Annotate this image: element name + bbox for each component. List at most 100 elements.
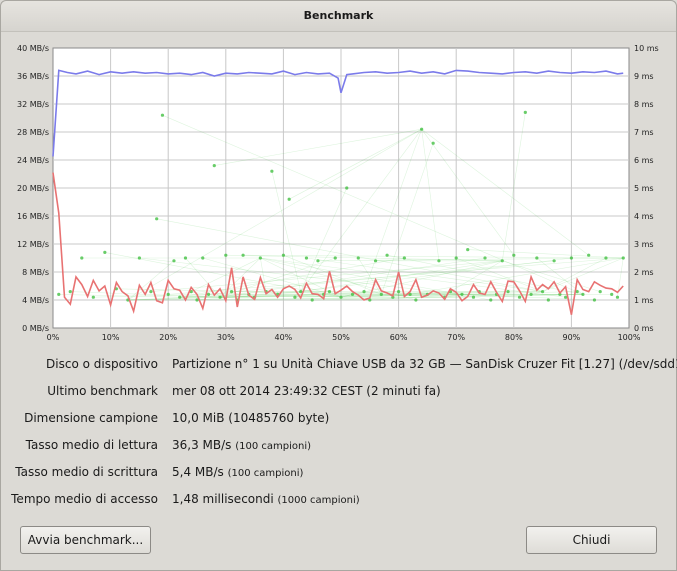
- info-row-access-time: Tempo medio di accesso 1,48 millisecondi…: [1, 492, 677, 512]
- benchmark-chart-svg: 0% 10% 20% 30% 40% 50% 60% 70% 80% 90% 100% 0 MB/s 4…: [17, 44, 659, 342]
- access-time-point: [466, 248, 470, 252]
- access-time-point: [598, 290, 602, 294]
- y-right-tick-label: 9 ms: [634, 72, 654, 81]
- access-time-point: [587, 253, 591, 257]
- info-label: Tempo medio di accesso: [11, 492, 158, 506]
- access-time-point: [68, 290, 72, 294]
- access-time-point: [310, 298, 314, 302]
- y-left-tick-label: 36 MB/s: [17, 72, 49, 81]
- access-time-point: [541, 290, 545, 294]
- y-right-tick-label: 10 ms: [634, 44, 659, 53]
- info-row-last-benchmark: Ultimo benchmark mer 08 ott 2014 23:49:3…: [1, 384, 677, 404]
- info-label: Disco o dispositivo: [46, 357, 158, 371]
- info-value: 36,3 MB/s (100 campioni): [172, 438, 312, 452]
- access-time-point: [402, 256, 406, 260]
- info-value: 5,4 MB/s (100 campioni): [172, 465, 304, 479]
- y-right-tick-label: 8 ms: [634, 100, 654, 109]
- x-tick-label: 50%: [332, 333, 350, 342]
- access-time-point: [172, 259, 176, 263]
- info-row-device: Disco o dispositivo Partizione n° 1 su U…: [1, 357, 677, 377]
- access-time-point: [137, 256, 141, 260]
- access-time-point: [258, 256, 262, 260]
- info-label: Tasso medio di lettura: [25, 438, 158, 452]
- access-time-point: [621, 256, 625, 260]
- y-left-tick-label: 16 MB/s: [17, 212, 49, 221]
- access-time-point: [270, 169, 274, 173]
- y-right-tick-label: 0 ms: [634, 324, 654, 333]
- access-time-point: [489, 298, 493, 302]
- access-time-point: [183, 256, 188, 260]
- access-time-point: [281, 253, 285, 257]
- access-time-point: [604, 256, 608, 260]
- y-right-tick-label: 4 ms: [634, 212, 654, 221]
- access-time-point: [420, 127, 424, 131]
- access-time-point: [299, 290, 303, 294]
- access-time-point: [333, 256, 337, 260]
- access-time-point: [149, 290, 153, 294]
- info-row-read-rate: Tasso medio di lettura 36,3 MB/s (100 ca…: [1, 438, 677, 458]
- info-value: 10,0 MiB (10485760 byte): [172, 411, 330, 425]
- access-time-point: [304, 256, 309, 260]
- access-time-point: [592, 298, 597, 302]
- access-time-point: [483, 256, 487, 260]
- access-time-point: [178, 295, 182, 299]
- y-left-tick-label: 4 MB/s: [22, 296, 49, 305]
- access-time-point: [373, 259, 378, 263]
- access-time-point: [615, 295, 620, 299]
- x-tick-label: 100%: [618, 333, 641, 342]
- y-left-tick-label: 8 MB/s: [22, 268, 49, 277]
- y-right-tick-label: 5 ms: [634, 184, 654, 193]
- y-right-tick-label: 3 ms: [634, 240, 654, 249]
- access-time-point: [385, 253, 389, 257]
- y-right-tick-label: 7 ms: [634, 128, 654, 137]
- x-tick-label: 60%: [390, 333, 408, 342]
- y-left-tick-label: 32 MB/s: [17, 100, 49, 109]
- access-time-point: [460, 292, 464, 296]
- close-button[interactable]: Chiudi: [526, 526, 657, 554]
- access-time-point: [287, 197, 291, 201]
- info-note: (100 campioni): [235, 441, 312, 452]
- x-tick-label: 70%: [447, 333, 465, 342]
- access-time-point: [241, 253, 245, 257]
- access-time-point: [506, 290, 510, 294]
- access-time-point: [523, 110, 527, 114]
- y-left-tick-label: 28 MB/s: [17, 128, 49, 137]
- access-time-point: [546, 298, 550, 302]
- x-tick-label: 0%: [47, 333, 60, 342]
- access-time-point: [57, 292, 61, 296]
- access-time-point: [201, 256, 205, 260]
- access-time-point: [512, 253, 516, 257]
- info-note: (100 campioni): [227, 468, 304, 479]
- access-time-point: [91, 295, 95, 299]
- y-left-tick-label: 12 MB/s: [17, 240, 49, 249]
- access-time-point: [529, 292, 533, 296]
- access-time-point: [218, 295, 222, 299]
- access-time-point: [517, 295, 522, 299]
- access-time-point: [103, 250, 107, 254]
- y-right-tick-label: 1 ms: [634, 296, 654, 305]
- y-left-tick-label: 40 MB/s: [17, 44, 49, 53]
- start-benchmark-button[interactable]: Avvia benchmark...: [20, 526, 151, 554]
- title-bar[interactable]: Benchmark: [1, 1, 676, 32]
- x-tick-label: 80%: [505, 333, 523, 342]
- access-time-point: [535, 256, 539, 260]
- access-time-point: [414, 298, 418, 302]
- access-time-point: [397, 290, 401, 294]
- access-time-point: [356, 256, 360, 260]
- info-row-sample-size: Dimensione campione 10,0 MiB (10485760 b…: [1, 411, 677, 431]
- access-time-point: [379, 292, 383, 296]
- access-time-point: [339, 295, 343, 299]
- access-time-point: [454, 256, 458, 260]
- info-value: mer 08 ott 2014 23:49:32 CEST (2 minuti …: [172, 384, 441, 398]
- access-time-point: [581, 292, 585, 296]
- access-time-point: [293, 295, 297, 299]
- access-time-point: [431, 141, 435, 145]
- access-time-point: [160, 113, 165, 117]
- access-time-point: [610, 292, 614, 296]
- window-title: Benchmark: [303, 9, 374, 22]
- y-right-tick-label: 6 ms: [634, 156, 654, 165]
- access-time-point: [362, 290, 366, 294]
- x-tick-label: 20%: [159, 333, 177, 342]
- access-time-point: [166, 292, 170, 296]
- access-time-point: [212, 164, 216, 168]
